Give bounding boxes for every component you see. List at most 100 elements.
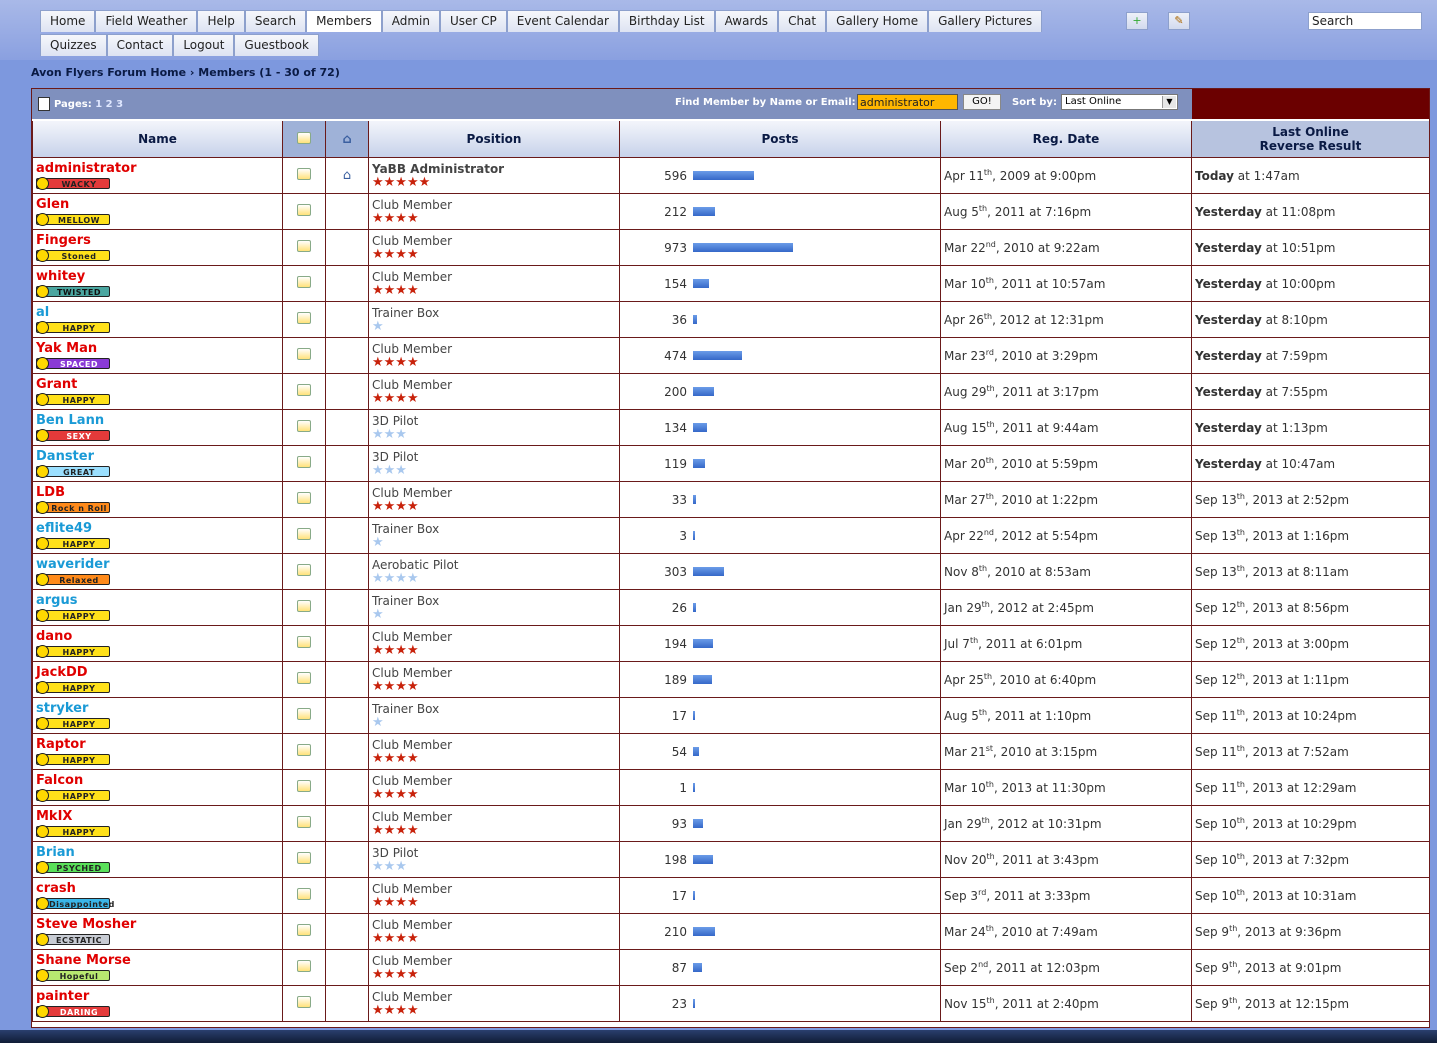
member-name-link[interactable]: Glen — [36, 197, 279, 212]
nav-tab-gallery-pictures[interactable]: Gallery Pictures — [928, 10, 1043, 32]
profile-icon[interactable] — [297, 816, 311, 828]
member-name-link[interactable]: MkIX — [36, 809, 279, 824]
column-header-profile[interactable] — [282, 119, 326, 158]
member-name-link[interactable]: argus — [36, 593, 279, 608]
posts-cell: 23 — [619, 985, 941, 1022]
profile-icon[interactable] — [297, 672, 311, 684]
name-cell: Ben Lann SEXY — [32, 409, 283, 446]
profile-icon[interactable] — [297, 852, 311, 864]
column-header-website[interactable]: ⌂ — [325, 119, 369, 158]
member-name-link[interactable]: painter — [36, 989, 279, 1004]
column-header-posts[interactable]: Posts — [619, 119, 941, 158]
nav-tab-quizzes[interactable]: Quizzes — [40, 34, 107, 56]
posts-bar — [693, 531, 695, 541]
page-link-1[interactable]: 1 — [95, 99, 102, 110]
breadcrumb-home-link[interactable]: Avon Flyers Forum Home — [31, 66, 186, 79]
nav-tab-user-cp[interactable]: User CP — [439, 10, 507, 32]
profile-icon[interactable] — [297, 636, 311, 648]
profile-icon[interactable] — [297, 924, 311, 936]
profile-icon[interactable] — [297, 996, 311, 1008]
last-online-suffix: th — [1236, 564, 1245, 573]
member-name-link[interactable]: Fingers — [36, 233, 279, 248]
column-header-last-online[interactable]: Last Online Reverse Result — [1191, 119, 1429, 158]
website-cell — [325, 661, 369, 698]
nav-tab-members[interactable]: Members — [306, 10, 382, 32]
profile-icon[interactable] — [297, 348, 311, 360]
reg-date-suffix: th — [985, 456, 994, 465]
profile-icon[interactable] — [297, 240, 311, 252]
profile-icon[interactable] — [297, 276, 311, 288]
go-button[interactable]: GO! — [963, 94, 1001, 110]
member-name-link[interactable]: eflite49 — [36, 521, 279, 536]
profile-cell — [282, 373, 326, 410]
nav-tab-contact[interactable]: Contact — [106, 34, 174, 56]
member-name-link[interactable]: Brian — [36, 845, 279, 860]
position-cell: Club Member ★★★★ — [368, 661, 620, 698]
nav-tab-birthday-list[interactable]: Birthday List — [618, 10, 715, 32]
member-name-link[interactable]: whitey — [36, 269, 279, 284]
member-name-link[interactable]: al — [36, 305, 279, 320]
nav-tab-chat[interactable]: Chat — [778, 10, 827, 32]
reg-date-suffix: th — [986, 852, 995, 861]
member-name-link[interactable]: Yak Man — [36, 341, 279, 356]
profile-icon[interactable] — [297, 312, 311, 324]
nav-tab-admin[interactable]: Admin — [381, 10, 440, 32]
member-name-link[interactable]: waverider — [36, 557, 279, 572]
column-header-position[interactable]: Position — [368, 119, 620, 158]
nav-tab-logout[interactable]: Logout — [173, 34, 235, 56]
nav-tab-guestbook[interactable]: Guestbook — [234, 34, 319, 56]
home-icon[interactable]: ⌂ — [343, 168, 351, 183]
member-name-link[interactable]: administrator — [36, 161, 279, 176]
last-online-day: Yesterday — [1195, 277, 1262, 291]
profile-icon[interactable] — [297, 744, 311, 756]
profile-icon[interactable] — [297, 384, 311, 396]
member-name-link[interactable]: Grant — [36, 377, 279, 392]
find-member-input[interactable]: administrator — [857, 94, 958, 110]
nav-tab-event-calendar[interactable]: Event Calendar — [506, 10, 619, 32]
page-link-3[interactable]: 3 — [116, 99, 123, 110]
nav-tab-home[interactable]: Home — [40, 10, 96, 32]
profile-icon[interactable] — [297, 888, 311, 900]
nav-tab-help[interactable]: Help — [197, 10, 245, 32]
member-name-link[interactable]: Raptor — [36, 737, 279, 752]
profile-icon[interactable] — [297, 960, 311, 972]
profile-icon[interactable] — [297, 420, 311, 432]
profile-icon[interactable] — [297, 492, 311, 504]
search-input[interactable]: Search — [1308, 12, 1422, 30]
profile-icon[interactable] — [297, 168, 311, 180]
column-header-name[interactable]: Name — [32, 119, 283, 158]
nav-tab-search[interactable]: Search — [244, 10, 307, 32]
position-label: Club Member — [372, 882, 453, 896]
nav-tab-awards[interactable]: Awards — [714, 10, 779, 32]
profile-icon[interactable] — [297, 204, 311, 216]
reg-date-suffix: th — [986, 384, 995, 393]
reg-date-suffix: th — [985, 924, 994, 933]
profile-icon[interactable] — [297, 708, 311, 720]
nav-tab-gallery-home[interactable]: Gallery Home — [826, 10, 929, 32]
add-icon[interactable]: + — [1126, 12, 1148, 30]
table-row: Danster GREAT 3D Pilot ★★★ 119 Mar 20th, 2010… — [32, 445, 1429, 482]
member-name-link[interactable]: dano — [36, 629, 279, 644]
page-link-2[interactable]: 2 — [106, 99, 113, 110]
member-name-link[interactable]: Falcon — [36, 773, 279, 788]
chevron-down-icon[interactable]: ▼ — [1162, 96, 1176, 108]
profile-icon[interactable] — [297, 528, 311, 540]
sort-by-select[interactable]: Last Online ▼ — [1061, 94, 1178, 110]
member-name-link[interactable]: Steve Mosher — [36, 917, 279, 932]
nav-tab-field-weather[interactable]: Field Weather — [95, 10, 198, 32]
profile-icon[interactable] — [297, 780, 311, 792]
profile-icon[interactable] — [297, 564, 311, 576]
member-name-link[interactable]: LDB — [36, 485, 279, 500]
member-name-link[interactable]: stryker — [36, 701, 279, 716]
profile-icon[interactable] — [297, 456, 311, 468]
position-label: Aerobatic Pilot — [372, 558, 459, 572]
reg-date-day: Mar 27 — [944, 493, 986, 507]
member-name-link[interactable]: crash — [36, 881, 279, 896]
column-header-reg-date[interactable]: Reg. Date — [940, 119, 1192, 158]
profile-icon[interactable] — [297, 600, 311, 612]
member-name-link[interactable]: Shane Morse — [36, 953, 279, 968]
edit-icon[interactable]: ✎ — [1168, 12, 1190, 30]
member-name-link[interactable]: Ben Lann — [36, 413, 279, 428]
member-name-link[interactable]: Danster — [36, 449, 279, 464]
member-name-link[interactable]: JackDD — [36, 665, 279, 680]
